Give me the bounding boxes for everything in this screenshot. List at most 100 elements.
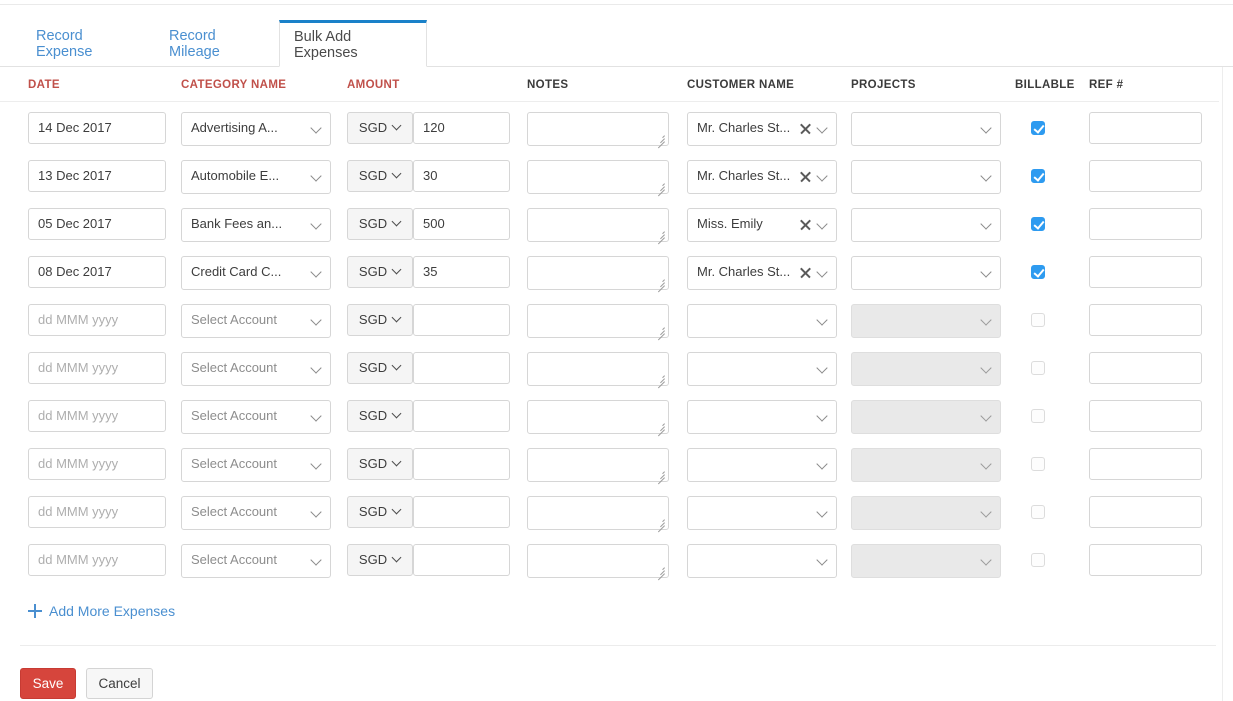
ref-input[interactable]: [1089, 352, 1202, 384]
date-input[interactable]: 05 Dec 2017: [28, 208, 166, 240]
currency-select[interactable]: SGD: [347, 304, 413, 336]
resize-grip-icon[interactable]: [656, 517, 665, 526]
notes-textarea[interactable]: [527, 160, 669, 194]
amount-input[interactable]: 500: [413, 208, 510, 240]
category-select[interactable]: Automobile E...: [181, 160, 331, 194]
date-input[interactable]: dd MMM yyyy: [28, 352, 166, 384]
amount-input[interactable]: 35: [413, 256, 510, 288]
date-input[interactable]: 08 Dec 2017: [28, 256, 166, 288]
amount-input[interactable]: [413, 496, 510, 528]
category-select[interactable]: Select Account: [181, 400, 331, 434]
customer-select[interactable]: [687, 544, 837, 578]
notes-textarea[interactable]: [527, 304, 669, 338]
notes-textarea[interactable]: [527, 448, 669, 482]
ref-input[interactable]: [1089, 256, 1202, 288]
customer-select[interactable]: [687, 448, 837, 482]
customer-select[interactable]: Miss. Emily: [687, 208, 837, 242]
category-select[interactable]: Select Account: [181, 352, 331, 386]
resize-grip-icon[interactable]: [656, 421, 665, 430]
customer-select[interactable]: [687, 352, 837, 386]
tab-record-expense[interactable]: Record Expense: [22, 20, 150, 67]
currency-select[interactable]: SGD: [347, 448, 413, 480]
projects-select[interactable]: [851, 160, 1001, 194]
projects-select[interactable]: [851, 112, 1001, 146]
category-select[interactable]: Select Account: [181, 544, 331, 578]
resize-grip-icon[interactable]: [656, 229, 665, 238]
ref-input[interactable]: [1089, 400, 1202, 432]
clear-icon[interactable]: [799, 170, 812, 183]
customer-select[interactable]: [687, 400, 837, 434]
customer-select[interactable]: [687, 304, 837, 338]
amount-input[interactable]: [413, 304, 510, 336]
projects-select: [851, 496, 1001, 530]
customer-select[interactable]: [687, 496, 837, 530]
resize-grip-icon[interactable]: [656, 469, 665, 478]
ref-input[interactable]: [1089, 112, 1202, 144]
tab-record-mileage[interactable]: Record Mileage: [155, 20, 275, 67]
category-select[interactable]: Credit Card C...: [181, 256, 331, 290]
billable-checkbox[interactable]: [1031, 169, 1045, 183]
ref-input[interactable]: [1089, 208, 1202, 240]
currency-select[interactable]: SGD: [347, 256, 413, 288]
currency-select[interactable]: SGD: [347, 160, 413, 192]
billable-checkbox[interactable]: [1031, 217, 1045, 231]
projects-select[interactable]: [851, 256, 1001, 290]
customer-select[interactable]: Mr. Charles St...: [687, 256, 837, 290]
category-select[interactable]: Bank Fees an...: [181, 208, 331, 242]
cancel-button[interactable]: Cancel: [86, 668, 153, 699]
amount-input[interactable]: 30: [413, 160, 510, 192]
amount-input[interactable]: [413, 544, 510, 576]
currency-select[interactable]: SGD: [347, 112, 413, 144]
resize-grip-icon[interactable]: [656, 181, 665, 190]
save-button[interactable]: Save: [20, 668, 76, 699]
date-input[interactable]: dd MMM yyyy: [28, 400, 166, 432]
currency-select[interactable]: SGD: [347, 544, 413, 576]
amount-input[interactable]: [413, 448, 510, 480]
ref-input[interactable]: [1089, 448, 1202, 480]
date-input[interactable]: 13 Dec 2017: [28, 160, 166, 192]
resize-grip-icon[interactable]: [656, 565, 665, 574]
ref-input[interactable]: [1089, 496, 1202, 528]
notes-textarea[interactable]: [527, 208, 669, 242]
category-select[interactable]: Select Account: [181, 496, 331, 530]
billable-checkbox[interactable]: [1031, 121, 1045, 135]
notes-textarea[interactable]: [527, 256, 669, 290]
clear-icon[interactable]: [799, 122, 812, 135]
currency-select[interactable]: SGD: [347, 496, 413, 528]
ref-input[interactable]: [1089, 544, 1202, 576]
notes-textarea[interactable]: [527, 112, 669, 146]
date-input[interactable]: 14 Dec 2017: [28, 112, 166, 144]
clear-icon[interactable]: [799, 218, 812, 231]
clear-icon[interactable]: [799, 266, 812, 279]
customer-select[interactable]: Mr. Charles St...: [687, 160, 837, 194]
category-select[interactable]: Select Account: [181, 448, 331, 482]
resize-grip-icon[interactable]: [656, 325, 665, 334]
currency-select[interactable]: SGD: [347, 400, 413, 432]
notes-textarea[interactable]: [527, 352, 669, 386]
notes-textarea[interactable]: [527, 544, 669, 578]
resize-grip-icon[interactable]: [656, 277, 665, 286]
ref-input[interactable]: [1089, 304, 1202, 336]
tab-bulk-add-expenses[interactable]: Bulk Add Expenses: [279, 20, 427, 67]
notes-textarea[interactable]: [527, 496, 669, 530]
notes-textarea[interactable]: [527, 400, 669, 434]
date-input[interactable]: dd MMM yyyy: [28, 544, 166, 576]
amount-input[interactable]: [413, 352, 510, 384]
add-more-expenses-button[interactable]: Add More Expenses: [28, 603, 175, 619]
date-input[interactable]: dd MMM yyyy: [28, 496, 166, 528]
vertical-scrollbar[interactable]: [1222, 67, 1233, 701]
date-input[interactable]: dd MMM yyyy: [28, 448, 166, 480]
category-select[interactable]: Select Account: [181, 304, 331, 338]
ref-input[interactable]: [1089, 160, 1202, 192]
projects-select[interactable]: [851, 208, 1001, 242]
resize-grip-icon[interactable]: [656, 133, 665, 142]
amount-input[interactable]: [413, 400, 510, 432]
amount-input[interactable]: 120: [413, 112, 510, 144]
resize-grip-icon[interactable]: [656, 373, 665, 382]
currency-select[interactable]: SGD: [347, 208, 413, 240]
category-select[interactable]: Advertising A...: [181, 112, 331, 146]
customer-select[interactable]: Mr. Charles St...: [687, 112, 837, 146]
currency-select[interactable]: SGD: [347, 352, 413, 384]
date-input[interactable]: dd MMM yyyy: [28, 304, 166, 336]
billable-checkbox[interactable]: [1031, 265, 1045, 279]
